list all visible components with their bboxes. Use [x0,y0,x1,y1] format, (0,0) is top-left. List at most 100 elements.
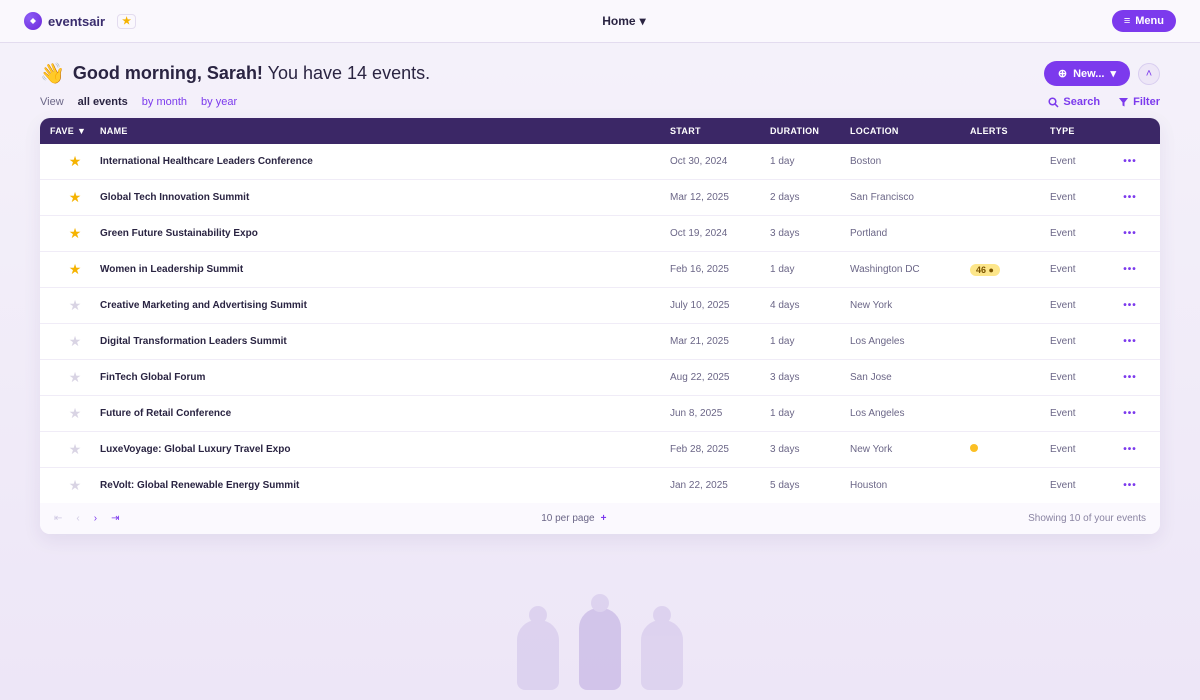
favorite-star[interactable]: ★ [50,261,100,278]
table-row: ★ReVolt: Global Renewable Energy SummitJ… [40,468,1160,503]
favorite-star[interactable]: ★ [50,153,100,170]
event-duration: 1 day [770,336,850,347]
event-start: Jan 22, 2025 [670,480,770,491]
row-actions-icon[interactable]: ••• [1110,372,1150,383]
event-duration: 3 days [770,444,850,455]
event-name[interactable]: Digital Transformation Leaders Summit [100,336,670,347]
event-name[interactable]: Global Tech Innovation Summit [100,192,670,203]
event-start: July 10, 2025 [670,300,770,311]
page-first-icon[interactable]: ⇤ [54,513,62,524]
event-start: Jun 8, 2025 [670,408,770,419]
event-location: Los Angeles [850,408,970,419]
favorite-star[interactable]: ★ [50,477,100,494]
event-name[interactable]: Women in Leadership Summit [100,264,670,275]
alert-badge[interactable]: 46 ● [970,264,1000,276]
event-type: Event [1050,228,1110,239]
header-row: 👋 Good morning, Sarah! You have 14 event… [0,43,1200,92]
event-start: Oct 30, 2024 [670,156,770,167]
pager: ⇤ ‹ › ⇥ 10 per page + Showing 10 of your… [40,503,1160,534]
col-location[interactable]: LOCATION [850,126,970,136]
row-actions-icon[interactable]: ••• [1110,408,1150,419]
row-actions-icon[interactable]: ••• [1110,300,1150,311]
menu-button[interactable]: ≡ Menu [1112,10,1176,32]
event-type: Event [1050,300,1110,311]
row-actions-icon[interactable]: ••• [1110,156,1150,167]
table-row: ★Women in Leadership SummitFeb 16, 20251… [40,252,1160,288]
nav-home-dropdown[interactable]: Home ▾ [602,14,645,28]
event-duration: 1 day [770,264,850,275]
col-name[interactable]: NAME [100,126,670,136]
event-name[interactable]: ReVolt: Global Renewable Energy Summit [100,480,670,491]
event-location: New York [850,300,970,311]
event-location: San Francisco [850,192,970,203]
topbar: eventsair ★ Home ▾ ≡ Menu [0,0,1200,43]
event-type: Event [1050,372,1110,383]
event-location: New York [850,444,970,455]
event-location: Los Angeles [850,336,970,347]
event-name[interactable]: Green Future Sustainability Expo [100,228,670,239]
new-label: New... [1073,68,1104,80]
col-type[interactable]: TYPE [1050,126,1110,136]
event-start: Aug 22, 2025 [670,372,770,383]
favorite-star[interactable]: ★ [50,225,100,242]
table-row: ★LuxeVoyage: Global Luxury Travel ExpoFe… [40,432,1160,468]
event-name[interactable]: International Healthcare Leaders Confere… [100,156,670,167]
tab-all-events[interactable]: all events [78,96,128,108]
alert-dot[interactable] [970,444,978,452]
chevron-down-icon: ▾ [640,14,646,28]
event-name[interactable]: Future of Retail Conference [100,408,670,419]
page-next-icon[interactable]: › [94,513,97,524]
row-actions-icon[interactable]: ••• [1110,264,1150,275]
event-location: Houston [850,480,970,491]
nav-home-label: Home [602,14,635,28]
chevron-up-icon: ˄ [1146,68,1152,80]
col-duration[interactable]: DURATION [770,126,850,136]
event-duration: 3 days [770,372,850,383]
event-location: Boston [850,156,970,167]
collapse-toggle[interactable]: ˄ [1138,63,1160,85]
filter-action[interactable]: Filter [1118,96,1160,108]
search-label: Search [1063,96,1100,108]
tab-by-year[interactable]: by year [201,96,237,108]
col-fave[interactable]: FAVE ▼ [50,126,100,136]
event-duration: 3 days [770,228,850,239]
favorite-star[interactable]: ★ [50,189,100,206]
row-actions-icon[interactable]: ••• [1110,336,1150,347]
brand-logo-icon [24,12,42,30]
chevron-down-icon: ▾ [1110,67,1116,80]
event-start: Mar 12, 2025 [670,192,770,203]
favorites-shortcut[interactable]: ★ [117,14,136,29]
wave-icon: 👋 [40,61,65,86]
per-page-label[interactable]: 10 per page [541,513,594,524]
sort-desc-icon: ▼ [77,126,86,136]
favorite-star[interactable]: ★ [50,405,100,422]
event-name[interactable]: FinTech Global Forum [100,372,670,383]
table-row: ★Digital Transformation Leaders SummitMa… [40,324,1160,360]
favorite-star[interactable]: ★ [50,297,100,314]
favorite-star[interactable]: ★ [50,333,100,350]
row-actions-icon[interactable]: ••• [1110,192,1150,203]
page-last-icon[interactable]: ⇥ [111,513,119,524]
tab-by-month[interactable]: by month [142,96,187,108]
col-alerts[interactable]: ALERTS [970,126,1050,136]
new-button[interactable]: ⊕ New... ▾ [1044,61,1130,86]
favorite-star[interactable]: ★ [50,369,100,386]
row-actions-icon[interactable]: ••• [1110,480,1150,491]
page-prev-icon[interactable]: ‹ [76,513,79,524]
event-name[interactable]: LuxeVoyage: Global Luxury Travel Expo [100,444,670,455]
view-label: View [40,96,64,108]
search-action[interactable]: Search [1048,96,1100,108]
plus-circle-icon: ⊕ [1058,67,1067,80]
event-name[interactable]: Creative Marketing and Advertising Summi… [100,300,670,311]
footer-illustration [0,534,1200,700]
favorite-star[interactable]: ★ [50,441,100,458]
row-actions-icon[interactable]: ••• [1110,444,1150,455]
event-type: Event [1050,156,1110,167]
increase-per-page[interactable]: + [601,513,607,524]
table-row: ★International Healthcare Leaders Confer… [40,144,1160,180]
brand[interactable]: eventsair ★ [24,12,136,30]
event-type: Event [1050,264,1110,275]
row-actions-icon[interactable]: ••• [1110,228,1150,239]
table-row: ★FinTech Global ForumAug 22, 20253 daysS… [40,360,1160,396]
col-start[interactable]: START [670,126,770,136]
